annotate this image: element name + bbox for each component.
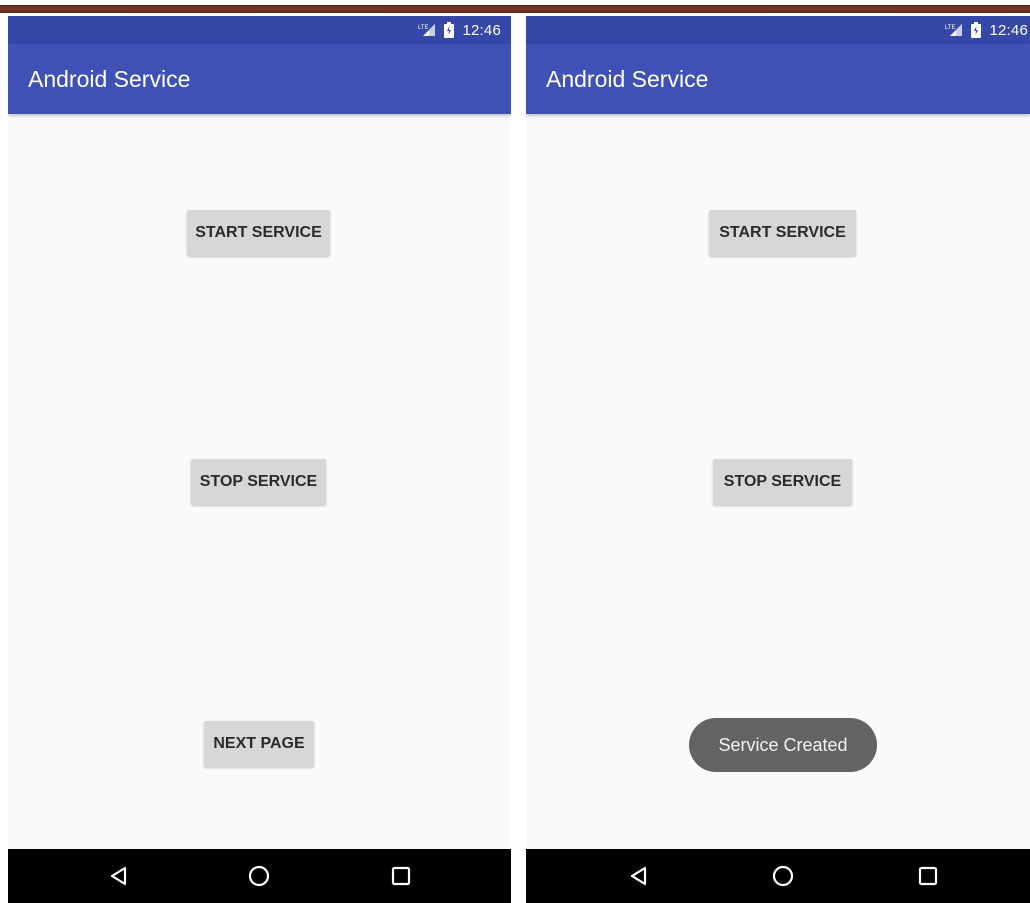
app-bar: Android Service (526, 44, 1030, 114)
stop-service-button[interactable]: STOP SERVICE (713, 459, 852, 505)
start-service-button[interactable]: START SERVICE (187, 210, 330, 256)
status-time: 12:46 (462, 21, 501, 39)
app-title: Android Service (546, 66, 709, 92)
navigation-bar (526, 849, 1030, 903)
svg-text:LTE: LTE (418, 25, 429, 31)
battery-icon (444, 22, 455, 38)
top-divider-rule (0, 0, 1030, 16)
back-icon[interactable] (624, 861, 654, 891)
status-bar: LTE 12:46 (8, 16, 511, 44)
lte-signal-icon: LTE (418, 23, 436, 37)
svg-text:LTE: LTE (945, 25, 956, 31)
next-page-button[interactable]: NEXT PAGE (204, 721, 314, 767)
home-icon[interactable] (768, 861, 798, 891)
recents-icon[interactable] (386, 861, 416, 891)
start-service-button[interactable]: START SERVICE (709, 210, 856, 256)
status-time: 12:46 (989, 21, 1028, 39)
recents-icon[interactable] (913, 861, 943, 891)
home-icon[interactable] (244, 861, 274, 891)
stop-service-button[interactable]: STOP SERVICE (191, 459, 326, 505)
phone-screen-left: LTE 12:46 Android Service START SERVICE … (8, 16, 511, 903)
battery-icon (971, 22, 982, 38)
status-bar: LTE 12:46 (526, 16, 1030, 44)
status-icons: LTE 12:46 (418, 16, 501, 44)
status-icons: LTE 12:46 (945, 16, 1028, 44)
lte-signal-icon: LTE (945, 23, 963, 37)
toast-message: Service Created (689, 718, 877, 772)
app-title: Android Service (28, 66, 191, 92)
navigation-bar (8, 849, 511, 903)
back-icon[interactable] (104, 861, 134, 891)
app-bar: Android Service (8, 44, 511, 114)
phone-screen-right: LTE 12:46 Android Service START SERVICE … (526, 16, 1030, 903)
